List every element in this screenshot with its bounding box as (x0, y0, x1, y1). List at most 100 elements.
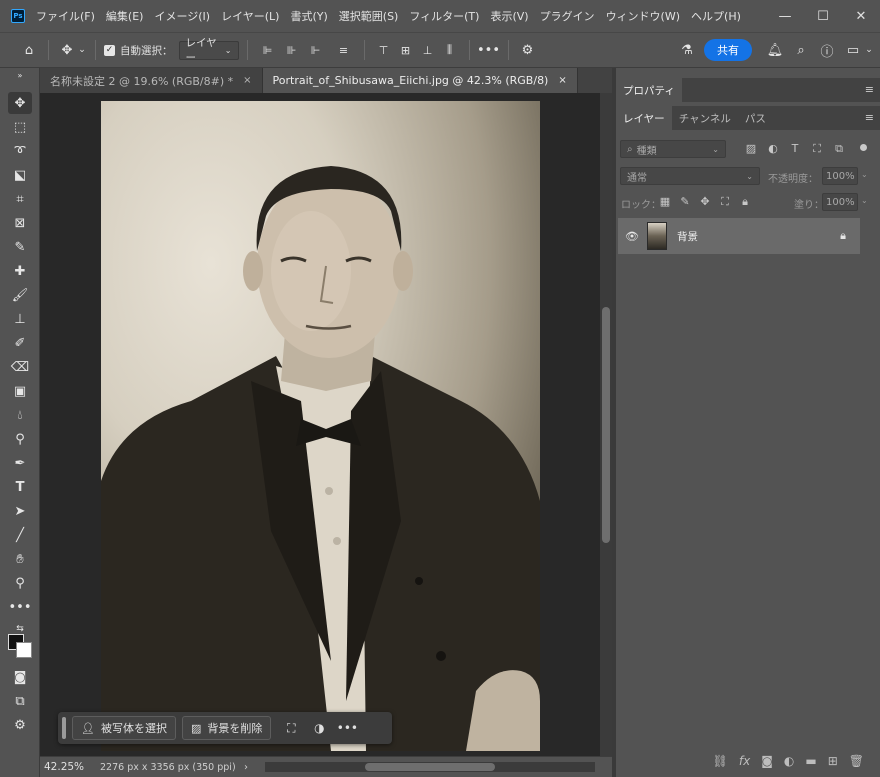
scrollbar-thumb[interactable] (602, 307, 610, 543)
panel-menu-icon[interactable]: ≡ (865, 111, 874, 124)
tab-paths[interactable]: パス (738, 106, 773, 130)
quick-mask-icon[interactable]: ◙ (8, 666, 32, 688)
vertical-scrollbar[interactable] (600, 93, 612, 756)
auto-select-target-dropdown[interactable]: レイヤー ⌄ (178, 37, 239, 64)
gear-icon[interactable]: ⚙ (517, 38, 539, 62)
help-icon[interactable]: ⓘ (816, 38, 838, 62)
hand-tool-icon[interactable]: ✋︎ (8, 548, 32, 570)
minimize-button[interactable]: — (766, 0, 804, 32)
menu-help[interactable]: ヘルプ(H) (691, 8, 741, 24)
search-icon[interactable]: ⌕ (790, 38, 812, 62)
align-center-h-icon[interactable]: ⊪ (280, 38, 304, 62)
lock-pixels-icon[interactable]: ✎ (678, 195, 692, 208)
chevron-down-icon[interactable]: ⌄ (864, 38, 874, 62)
canvas-area[interactable] (40, 93, 600, 756)
tab-properties[interactable]: プロパティ (616, 78, 682, 102)
filter-adjustment-icon[interactable]: ◐ (766, 142, 780, 155)
move-tool-icon[interactable]: ✥ (8, 92, 32, 114)
line-tool-icon[interactable]: ╱ (8, 524, 32, 546)
filter-type-icon[interactable]: T (788, 142, 802, 155)
layer-row-background[interactable]: 👁︎ 背景 🔒︎ (618, 218, 860, 254)
chevron-down-icon[interactable]: ⌄ (861, 196, 868, 205)
align-left-icon[interactable]: ⊫ (256, 38, 280, 62)
zoom-tool-icon[interactable]: ⚲ (8, 572, 32, 594)
bell-icon[interactable]: 🔔︎ (764, 38, 786, 62)
filter-smart-object-icon[interactable]: ⧉ (832, 142, 846, 156)
transform-icon[interactable]: ⛶ (277, 716, 305, 740)
frame-tool-icon[interactable]: ⊠ (8, 212, 32, 234)
more-options-button[interactable]: ••• (333, 716, 361, 740)
share-screen-icon[interactable]: ⚙ (8, 714, 32, 736)
tab-channels[interactable]: チャンネル (672, 106, 738, 130)
layer-name[interactable]: 背景 (677, 229, 698, 244)
more-tools-icon[interactable]: ••• (8, 596, 32, 618)
select-subject-button[interactable]: 👤︎ 被写体を選択 (72, 716, 176, 740)
move-tool-icon[interactable]: ✥ (57, 38, 77, 62)
menu-plugins[interactable]: プラグイン (540, 8, 595, 24)
chevron-down-icon[interactable]: ⌄ (77, 38, 87, 62)
menu-select[interactable]: 選択範囲(S) (339, 8, 399, 24)
chevron-right-icon[interactable]: › (244, 762, 248, 773)
dodge-tool-icon[interactable]: ⚲ (8, 428, 32, 450)
horizontal-scrollbar[interactable] (265, 762, 595, 772)
filter-pixel-icon[interactable]: ▨ (744, 142, 758, 155)
distribute-icon[interactable]: ≡ (332, 38, 356, 62)
pen-tool-icon[interactable]: ✒ (8, 452, 32, 474)
maximize-button[interactable]: ☐ (804, 0, 842, 32)
menu-file[interactable]: ファイル(F) (36, 8, 95, 24)
adjustment-layer-icon[interactable]: ◐ (784, 754, 794, 768)
mask-icon[interactable]: ◙ (761, 754, 773, 768)
align-right-icon[interactable]: ⊩ (304, 38, 328, 62)
eraser-tool-icon[interactable]: ⌫ (8, 356, 32, 378)
folder-icon[interactable]: ▬ (805, 754, 816, 768)
panel-menu-icon[interactable]: ≡ (865, 83, 874, 96)
healing-brush-tool-icon[interactable]: ✚ (8, 260, 32, 282)
tab-portrait[interactable]: Portrait_of_Shibusawa_Eiichi.jpg @ 42.3%… (262, 68, 578, 93)
workspace-icon[interactable]: ▭ (842, 38, 864, 62)
menu-view[interactable]: 表示(V) (490, 8, 528, 24)
menu-layer[interactable]: レイヤー(L) (221, 8, 279, 24)
menu-filter[interactable]: フィルター(T) (409, 8, 479, 24)
collapse-icon[interactable]: » (8, 70, 32, 80)
brush-tool-icon[interactable]: 🖌︎ (8, 284, 32, 306)
home-icon[interactable]: ⌂ (18, 38, 40, 62)
remove-background-button[interactable]: ▨ 背景を削除 (181, 716, 272, 740)
gradient-tool-icon[interactable]: ▣ (8, 380, 32, 402)
opacity-input[interactable]: 100% (822, 167, 858, 185)
portrait-photo[interactable] (101, 101, 540, 751)
fill-input[interactable]: 100% (822, 193, 858, 211)
close-button[interactable]: ✕ (842, 0, 880, 32)
zoom-level[interactable]: 42.25% (40, 761, 88, 773)
link-icon[interactable]: ⛓ (713, 754, 728, 768)
lasso-tool-icon[interactable]: ➰︎ (8, 140, 32, 162)
path-select-tool-icon[interactable]: ➤ (8, 500, 32, 522)
align-bottom-icon[interactable]: ⊥ (417, 38, 439, 62)
scrollbar-thumb[interactable] (365, 763, 495, 771)
menu-type[interactable]: 書式(Y) (290, 8, 327, 24)
tab-layers[interactable]: レイヤー (616, 106, 672, 130)
marquee-tool-icon[interactable]: ⬚ (8, 116, 32, 138)
eye-icon[interactable]: 👁︎ (625, 230, 639, 243)
filter-shape-icon[interactable]: ⛶ (810, 142, 824, 156)
chevron-down-icon[interactable]: ⌄ (861, 170, 868, 179)
drag-handle[interactable] (62, 717, 66, 739)
filter-toggle[interactable] (860, 144, 867, 151)
align-middle-v-icon[interactable]: ⊞ (395, 38, 417, 62)
close-icon[interactable]: × (558, 75, 566, 86)
menu-image[interactable]: イメージ(I) (154, 8, 210, 24)
new-layer-icon[interactable]: ⊞ (828, 754, 838, 768)
stamp-tool-icon[interactable]: ⊥ (8, 308, 32, 330)
blend-mode-dropdown[interactable]: 通常 ⌄ (620, 167, 760, 185)
lock-artboard-icon[interactable]: ⛶ (718, 195, 732, 209)
screen-mode-icon[interactable]: ⧉ (8, 690, 32, 712)
menu-window[interactable]: ウィンドウ(W) (606, 8, 680, 24)
lock-position-icon[interactable]: ✥ (698, 195, 712, 208)
more-options-button[interactable]: ••• (477, 38, 500, 62)
background-color-swatch[interactable] (16, 642, 32, 658)
auto-select-checkbox[interactable]: ✓ (104, 44, 115, 56)
history-brush-tool-icon[interactable]: ✐ (8, 332, 32, 354)
flask-icon[interactable]: ⚗ (676, 38, 698, 62)
adjustment-icon[interactable]: ◑ (305, 716, 333, 740)
close-icon[interactable]: × (243, 75, 251, 86)
trash-icon[interactable]: 🗑︎ (849, 754, 864, 768)
